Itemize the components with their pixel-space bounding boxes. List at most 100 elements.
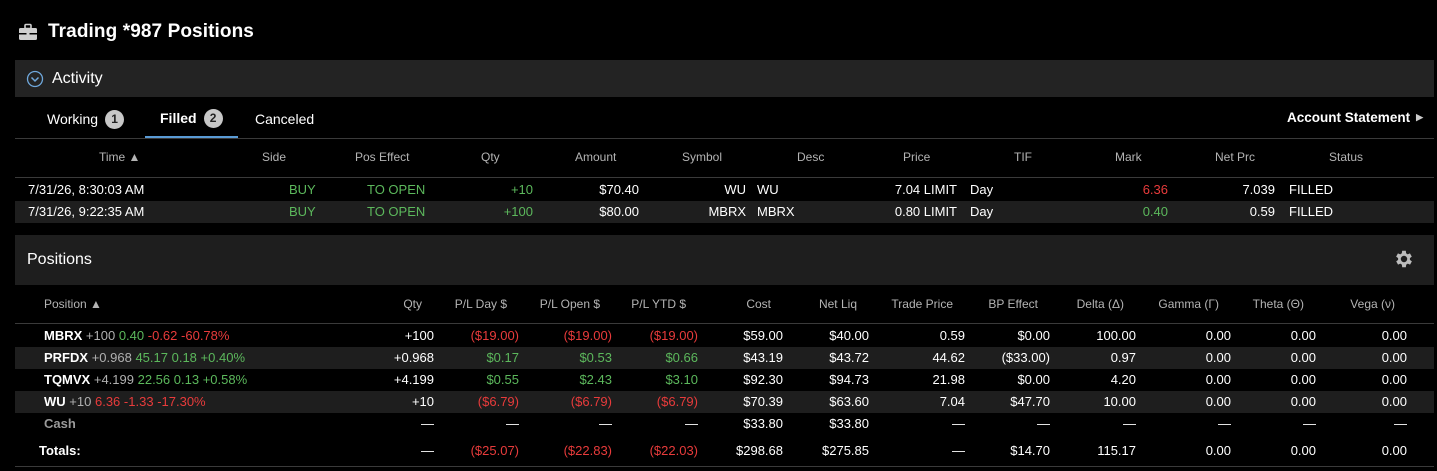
position-cost: $59.00 [743,328,783,343]
totals-trade-price: — [952,443,965,458]
page-header: Trading *987 Positions [18,18,254,46]
position-bp-effect: $47.70 [1010,394,1050,409]
totals-net-liq: $275.85 [822,443,869,458]
col-header-tif[interactable]: TIF [1014,150,1032,164]
order-desc: WU [757,182,779,197]
col-header-net-prc[interactable]: Net Prc [1215,150,1255,164]
col-header-qty[interactable]: Qty [481,150,500,164]
order-pos-effect: TO OPEN [367,182,426,197]
position-gamma: 0.00 [1205,394,1231,409]
order-row[interactable]: 7/31/26, 9:22:35 AM BUY TO OPEN +100 $80… [15,201,1434,223]
cash-theta: — [1303,416,1316,431]
order-mark: 6.36 [1142,182,1168,197]
position-last: 0.40 [118,328,145,343]
totals-bp-effect: $14.70 [1010,443,1050,458]
positions-section-header: Positions [15,235,1434,285]
position-vega: 0.00 [1381,372,1407,387]
tab-label: Working [47,111,99,127]
col-header-price[interactable]: Price [903,150,930,164]
col-header-time[interactable]: Time ▲ [99,150,140,164]
order-qty: +100 [503,204,533,219]
gear-icon[interactable] [1393,248,1415,270]
position-bp-effect: $0.00 [1017,328,1050,343]
col-header-mark[interactable]: Mark [1115,150,1142,164]
tab-working[interactable]: Working 1 [47,100,125,138]
position-qty-inline: +0.968 [91,350,132,365]
divider [15,466,1434,467]
activity-section-header[interactable]: Activity [15,60,1434,97]
chevron-down-circle-icon[interactable] [26,70,44,88]
position-pl-ytd: $3.10 [665,372,698,387]
position-gamma: 0.00 [1205,328,1231,343]
position-change: -1.33 [123,394,154,409]
order-net-prc: 7.039 [1242,182,1275,197]
col-header-position[interactable]: Position ▲ [44,297,102,311]
totals-qty: — [421,443,434,458]
totals-pl-day: ($25.07) [470,443,519,458]
position-net-liq: $94.73 [829,372,869,387]
order-tif: Day [970,182,994,197]
order-desc: MBRX [757,204,795,219]
position-theta: 0.00 [1290,328,1316,343]
totals-label: Totals: [39,443,81,458]
order-time: 7/31/26, 9:22:35 AM [28,204,145,219]
position-last: 6.36 [94,394,121,409]
col-header-net-liq[interactable]: Net Liq [819,297,857,311]
position-gamma: 0.00 [1205,350,1231,365]
col-header-pl-ytd[interactable]: P/L YTD $ [631,297,686,311]
order-net-prc: 0.59 [1249,204,1275,219]
account-statement-label: Account Statement [1287,110,1411,125]
position-delta: 4.20 [1110,372,1136,387]
account-statement-link[interactable]: Account Statement ▶ [1287,110,1423,125]
position-pl-ytd: ($6.79) [656,394,698,409]
col-header-qty[interactable]: Qty [403,297,422,311]
col-header-bp-effect[interactable]: BP Effect [988,297,1038,311]
col-header-cost[interactable]: Cost [746,297,771,311]
col-header-pl-open[interactable]: P/L Open $ [540,297,600,311]
position-pl-open: $2.43 [579,372,612,387]
position-row[interactable]: TQMVX +4.199 22.56 0.13 +0.58% +4.199 $0… [15,369,1434,391]
order-time: 7/31/26, 8:30:03 AM [28,182,145,197]
tab-canceled[interactable]: Canceled [255,100,314,138]
position-pl-ytd: ($19.00) [649,328,698,343]
col-header-pos-effect[interactable]: Pos Effect [355,150,409,164]
position-bp-effect: $0.00 [1017,372,1050,387]
order-symbol: MBRX [708,204,746,219]
position-row[interactable]: PRFDX +0.968 45.17 0.18 +0.40% +0.968 $0… [15,347,1434,369]
totals-delta: 115.17 [1097,443,1136,458]
col-header-gamma[interactable]: Gamma (Γ) [1158,297,1219,311]
position-change-pct: +0.58% [202,372,248,387]
col-header-desc[interactable]: Desc [797,150,824,164]
tab-label: Canceled [255,111,315,127]
col-header-trade-price[interactable]: Trade Price [891,297,953,311]
order-status: FILLED [1289,182,1334,197]
col-header-pl-day[interactable]: P/L Day $ [455,297,507,311]
cash-row: Cash — — — — $33.80 $33.80 — — — — — — [15,413,1434,435]
position-label: PRFDX +0.968 45.17 0.18 +0.40% [44,350,245,365]
tab-filled[interactable]: Filled 2 [145,100,238,138]
col-header-amount[interactable]: Amount [575,150,616,164]
position-symbol: WU [44,394,66,409]
col-header-status[interactable]: Status [1329,150,1363,164]
col-header-side[interactable]: Side [262,150,286,164]
col-header-theta[interactable]: Theta (Θ) [1253,297,1304,311]
position-change-pct: -17.30% [157,394,206,409]
col-header-vega[interactable]: Vega (ν) [1350,297,1395,311]
order-row[interactable]: 7/31/26, 8:30:03 AM BUY TO OPEN +10 $70.… [15,179,1434,201]
cash-trade-price: — [952,416,965,431]
col-header-symbol[interactable]: Symbol [682,150,722,164]
position-trade-price: 7.04 [939,394,965,409]
order-pos-effect: TO OPEN [367,204,426,219]
col-header-delta[interactable]: Delta (Δ) [1077,297,1124,311]
position-cost: $70.39 [743,394,783,409]
cash-net-liq: $33.80 [829,416,869,431]
position-row[interactable]: MBRX +100 0.40 -0.62 -60.78% +100 ($19.0… [15,325,1434,347]
position-qty: +4.199 [393,372,434,387]
position-pl-open: ($6.79) [570,394,612,409]
activity-label: Activity [52,69,103,87]
position-vega: 0.00 [1381,394,1407,409]
position-change: 0.18 [171,350,197,365]
position-row[interactable]: WU +10 6.36 -1.33 -17.30% +10 ($6.79) ($… [15,391,1434,413]
position-qty-inline: +4.199 [93,372,134,387]
position-qty-inline: +10 [69,394,92,409]
